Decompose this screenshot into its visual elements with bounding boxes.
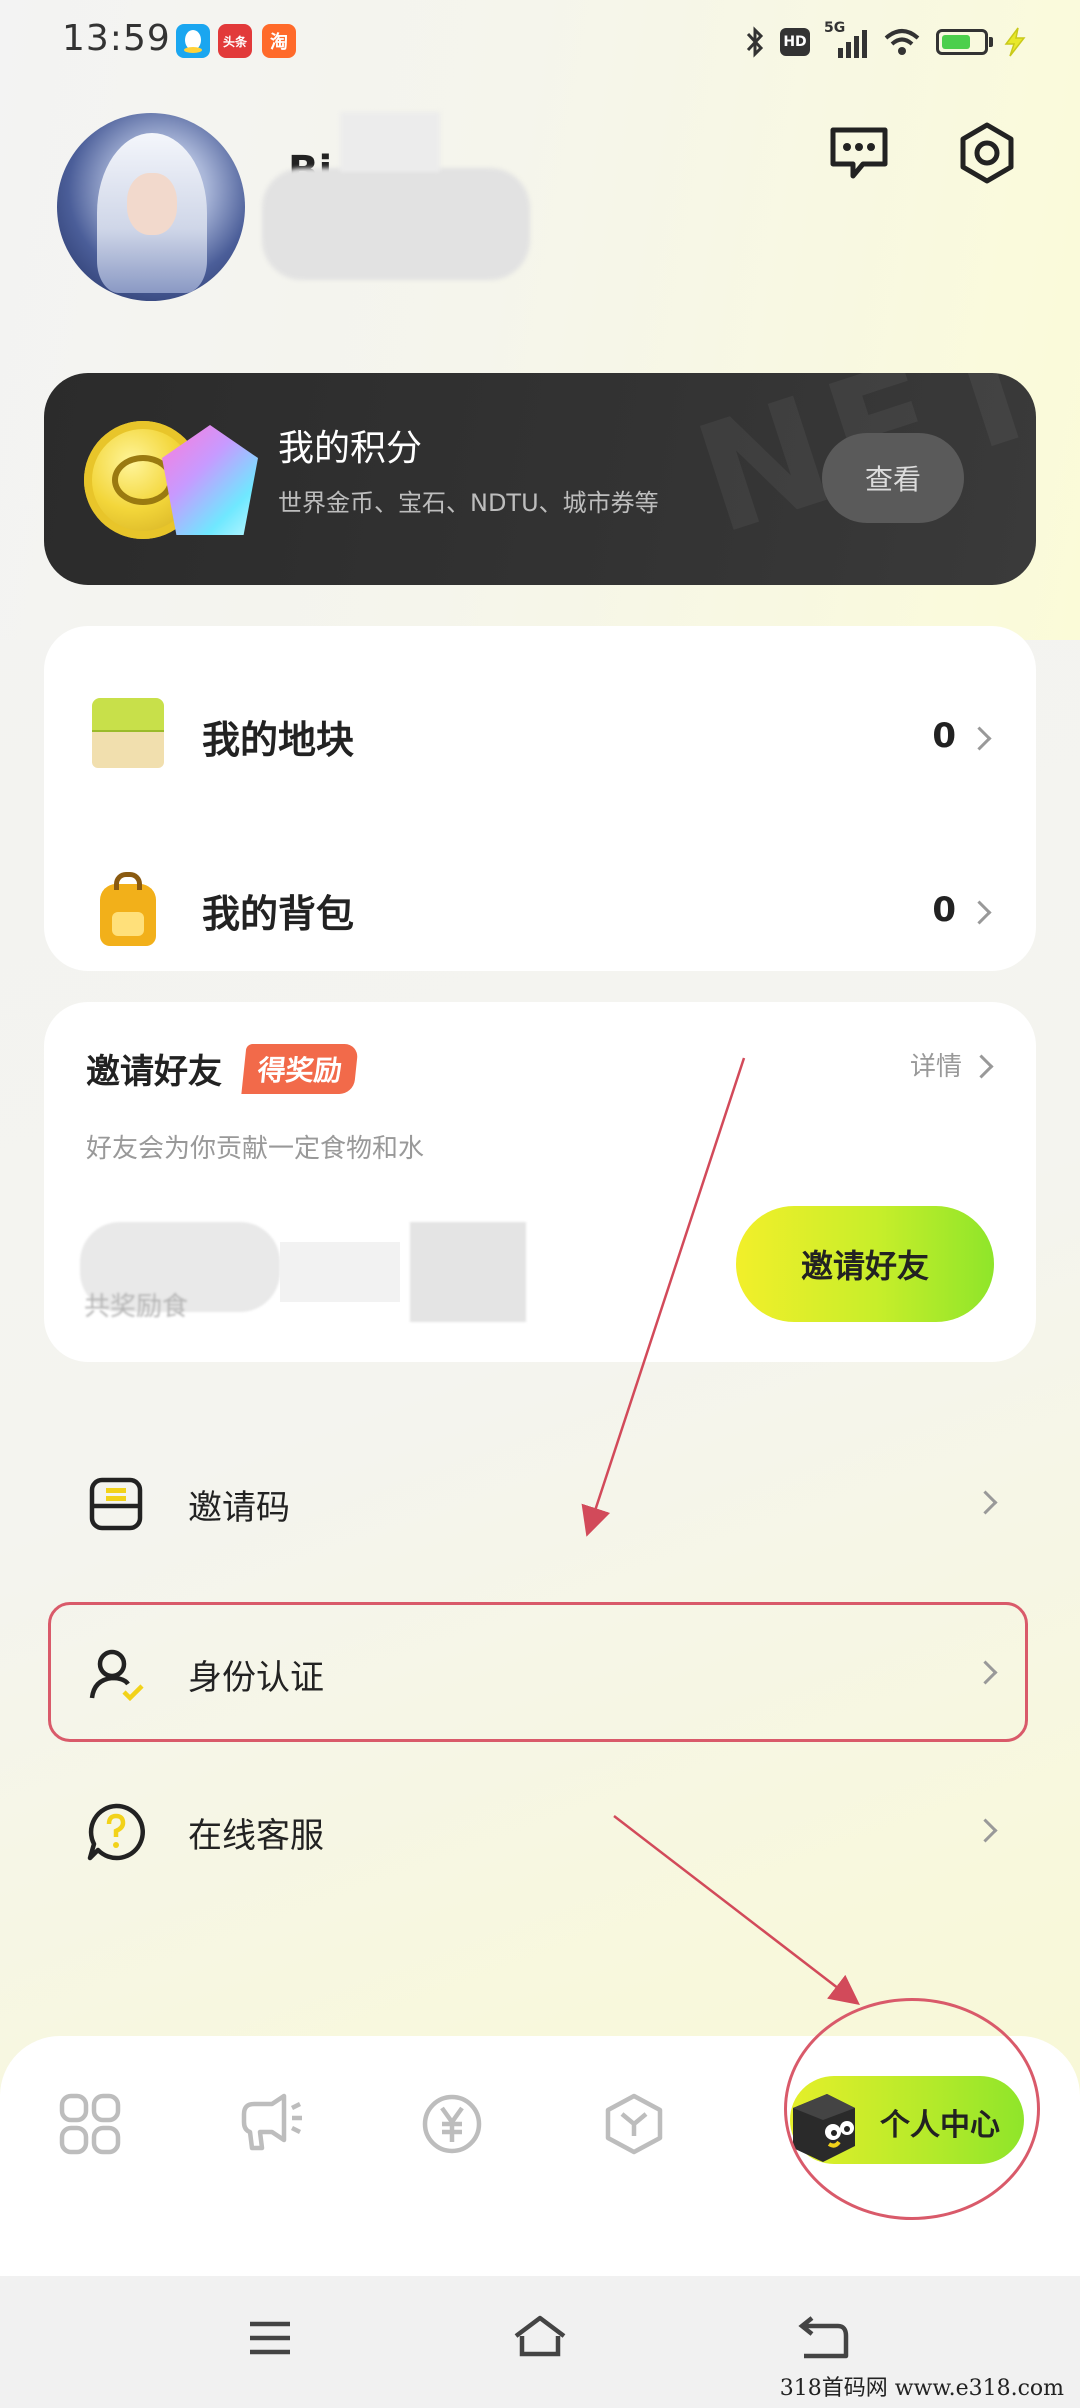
cube-icon[interactable] [600,2090,668,2158]
yuan-icon[interactable] [418,2090,486,2158]
megaphone-icon[interactable] [238,2090,306,2158]
home-grid-icon[interactable] [56,2090,124,2158]
back-icon[interactable] [798,2316,850,2360]
annotation-circle [784,1998,1040,2220]
menu-icon[interactable] [246,2318,294,2358]
site-watermark: 318首码网 www.e318.com [779,2376,1064,2401]
home-icon[interactable] [510,2314,570,2360]
